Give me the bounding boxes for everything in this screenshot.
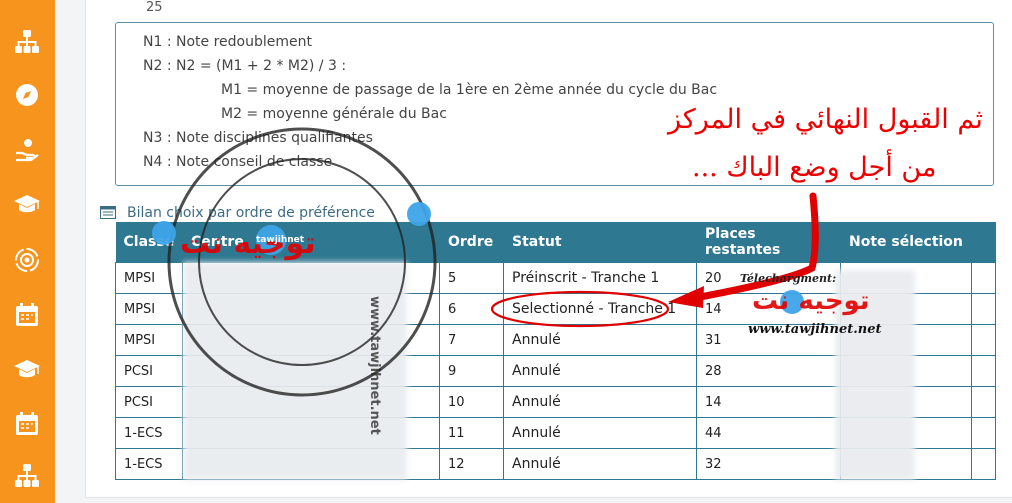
cell-extra <box>971 417 996 449</box>
col-ordre: Ordre <box>439 222 504 263</box>
settings-cycle-icon[interactable] <box>13 246 41 274</box>
cell-extra <box>971 355 996 387</box>
sitemap-icon[interactable] <box>13 28 41 56</box>
note-n3: N3 : Note disciplines qualifiantes <box>143 130 373 146</box>
cell-statut: Annulé <box>503 448 697 480</box>
note-m2: M2 = moyenne générale du Bac <box>221 106 447 122</box>
cell-statut: Annulé <box>503 386 697 418</box>
cell-extra <box>971 293 996 325</box>
cell-extra <box>971 448 996 480</box>
cell-classe: 1-ECS <box>115 448 183 480</box>
note-n2: N2 : N2 = (M1 + 2 * M2) / 3 : <box>143 58 347 74</box>
col-places: Places restantes <box>696 222 841 263</box>
list-icon <box>100 206 116 219</box>
cell-classe: MPSI <box>115 324 183 356</box>
cell-extra <box>971 386 996 418</box>
cell-extra <box>971 262 996 294</box>
cell-statut: Annulé <box>503 417 697 449</box>
calendar-icon[interactable] <box>13 410 41 438</box>
cell-statut: Annulé <box>503 355 697 387</box>
calendar-icon[interactable] <box>13 301 41 329</box>
watermark-brand-2: توجيه نت <box>752 286 870 316</box>
cell-places: 44 <box>696 417 841 449</box>
sidebar <box>0 0 55 503</box>
cell-ordre: 7 <box>439 324 504 356</box>
cell-classe: MPSI <box>115 293 183 325</box>
col-note: Note sélection <box>840 222 972 263</box>
graduation-cap-icon[interactable] <box>13 355 41 383</box>
cell-places: 28 <box>696 355 841 387</box>
col-statut: Statut <box>503 222 697 263</box>
note-n4: N4 : Note conseil de classe <box>143 154 333 170</box>
cell-classe: MPSI <box>115 262 183 294</box>
watermark-logo-text: tawjihnet <box>256 235 305 245</box>
cell-ordre: 11 <box>439 417 504 449</box>
cell-extra <box>971 324 996 356</box>
note-n1: N1 : Note redoublement <box>143 34 312 50</box>
watermark-ring-text: www.tawjihnet.net <box>367 296 382 435</box>
cell-ordre: 6 <box>439 293 504 325</box>
cell-ordre: 12 <box>439 448 504 480</box>
watermark-site: www.tawjihnet.net <box>748 322 882 337</box>
cell-statut: Annulé <box>503 324 697 356</box>
annotation-line-1: ثم القبول النهائي في المركز <box>668 104 983 135</box>
cell-ordre: 9 <box>439 355 504 387</box>
col-classe: Classe <box>115 222 183 263</box>
col-extra <box>971 222 996 263</box>
bilan-title: Bilan choix par ordre de préférence <box>127 205 375 221</box>
sitemap-icon[interactable] <box>13 462 41 490</box>
graduation-cap-icon[interactable] <box>13 190 41 218</box>
cell-ordre: 5 <box>439 262 504 294</box>
annotation-line-2: من أجل وضع الباك ... <box>692 152 937 183</box>
cell-classe: 1-ECS <box>115 417 183 449</box>
hand-coin-icon[interactable] <box>13 136 41 164</box>
cell-ordre: 10 <box>439 386 504 418</box>
previous-value: 25 <box>146 0 163 15</box>
cell-statut: Selectionné - Tranche 1 <box>503 293 697 325</box>
cell-places: 14 <box>696 386 841 418</box>
watermark-download-label: Télechargment: <box>740 272 837 285</box>
cell-places: 32 <box>696 448 841 480</box>
cell-classe: PCSI <box>115 386 183 418</box>
compass-icon[interactable] <box>13 81 41 109</box>
note-m1: M1 = moyenne de passage de la 1ère en 2è… <box>221 82 718 98</box>
cell-classe: PCSI <box>115 355 183 387</box>
cell-statut: Préinscrit - Tranche 1 <box>503 262 697 294</box>
